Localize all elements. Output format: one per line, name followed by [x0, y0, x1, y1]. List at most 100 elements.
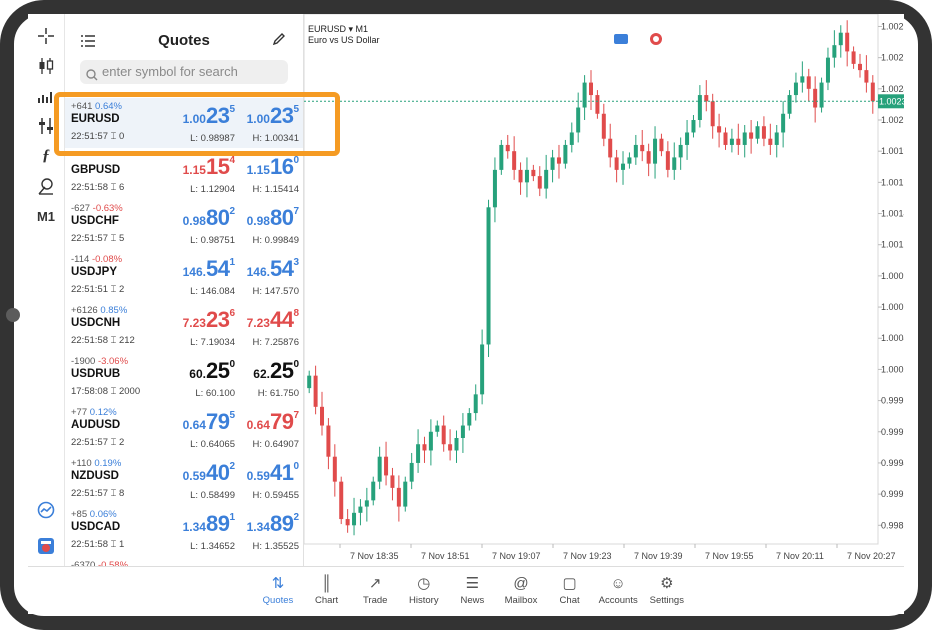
candle-body [659, 138, 664, 152]
ask-price-prefix: 0.98 [246, 214, 270, 228]
spread-value: 5 [118, 233, 125, 244]
edit-pencil-icon[interactable] [272, 32, 286, 51]
low-price: L: 60.100 [195, 388, 235, 399]
candle-body [736, 138, 741, 145]
quote-row-nzdusd[interactable]: +110 0.19% NZDUSD 22:51:57 ⌶ 8 0.59402 0.594… [65, 455, 303, 505]
tab-news[interactable]: ☰ News [448, 573, 496, 606]
high-price: H: 7.25876 [252, 337, 299, 348]
candle-body [352, 512, 357, 526]
ask-price-prefix: 1.15 [246, 163, 270, 177]
y-tick-label: 1.00095 [881, 271, 904, 281]
candle-body [332, 456, 337, 482]
tab-mailbox[interactable]: @ Mailbox [497, 573, 545, 606]
candle-body [608, 138, 613, 158]
quote-row-usdcad[interactable]: +85 0.06% USDCAD 22:51:58 ⌶ 1 1.34891 1.3489… [65, 506, 303, 556]
symbol-search-input[interactable]: enter symbol for search [80, 60, 288, 84]
y-tick-label: 1.00270 [881, 53, 904, 63]
bid-price[interactable]: 60.250 [169, 358, 235, 386]
candle-body [781, 113, 786, 133]
function-icon[interactable]: ƒ [36, 146, 56, 166]
ask-price-pip: 0 [293, 461, 299, 472]
spread-value: 2000 [118, 386, 141, 397]
bid-price[interactable]: 0.98802 [169, 205, 235, 233]
settings-sliders-icon[interactable] [36, 116, 56, 136]
chart-canvas[interactable]: 1.00295 1.00270 1.00245 1.00220 1.00195 1.001… [303, 14, 904, 566]
quote-row-usdrub[interactable]: -1900 -3.06% USDRUB 17:58:08 ⌶ 2000 60.250 6… [65, 353, 303, 403]
candle-body [377, 456, 382, 482]
candle-body [448, 444, 453, 451]
ask-price[interactable]: 1.15160 [241, 154, 299, 182]
bid-price-prefix: 0.98 [182, 214, 206, 228]
candle-body [467, 413, 472, 426]
bid-price[interactable]: 1.15154 [169, 154, 235, 182]
quote-row-partial[interactable]: -6370 -0.58% [65, 557, 303, 566]
bid-price[interactable]: 0.59402 [169, 460, 235, 488]
quote-meta: 22:51:58 ⌶ 212 [71, 335, 135, 346]
accounts-icon: ☺ [610, 575, 626, 592]
one-click-trading-icon[interactable] [36, 500, 56, 520]
spread-value: 6 [118, 182, 125, 193]
ask-price[interactable]: 0.59410 [241, 460, 299, 488]
quote-row-audusd[interactable]: +77 0.12% AUDUSD 22:51:57 ⌶ 2 0.64795 0.6479… [65, 404, 303, 454]
quote-row-usdchf[interactable]: -627 -0.63% USDCHF 22:51:57 ⌶ 5 0.98802 0.98… [65, 200, 303, 250]
objects-icon[interactable] [36, 176, 56, 196]
bid-price[interactable]: 7.23236 [169, 307, 235, 335]
tab-trade[interactable]: ↗ Trade [351, 573, 399, 606]
low-price: L: 1.34652 [190, 541, 235, 552]
tab-chat[interactable]: ▢ Chat [546, 573, 594, 606]
ask-price[interactable]: 1.34892 [241, 511, 299, 539]
ask-price[interactable]: 146.543 [241, 256, 299, 284]
trade-icon: ↗ [368, 575, 382, 592]
search-placeholder: enter symbol for search [102, 64, 238, 79]
ask-price[interactable]: 0.98807 [241, 205, 299, 233]
bid-price[interactable]: 146.541 [169, 256, 235, 284]
quote-row-usdjpy[interactable]: -114 -0.08% USDJPY 22:51:51 ⌶ 2 146.541 146.… [65, 251, 303, 301]
change-percent: -0.08% [91, 254, 123, 265]
candle-body [473, 394, 478, 414]
bid-price-prefix: 60. [189, 367, 206, 381]
broker-logo-icon[interactable] [36, 536, 56, 556]
candles-icon[interactable] [36, 56, 56, 76]
change-percent: 0.85% [100, 305, 128, 316]
x-tick-label: 7 Nov 20:27 [847, 551, 896, 561]
change-percent: 0.19% [94, 458, 122, 469]
ask-price[interactable]: 7.23448 [241, 307, 299, 335]
ask-price[interactable]: 0.64797 [241, 409, 299, 437]
change-line: +6126 0.85% [71, 305, 127, 316]
low-price: L: 146.084 [190, 286, 235, 297]
tab-settings[interactable]: ⚙ Settings [643, 573, 691, 606]
ask-price[interactable]: 62.250 [241, 358, 299, 386]
quote-row-gbpusd[interactable]: GBPUSD 22:51:58 ⌶ 6 1.15154 1.15160 L: 1.129… [65, 149, 303, 199]
quote-row-usdcnh[interactable]: +6126 0.85% USDCNH 22:51:58 ⌶ 212 7.23236 7.… [65, 302, 303, 352]
tab-history[interactable]: ◷ History [400, 573, 448, 606]
symbol-name: USDCAD [71, 521, 121, 533]
candle-body [339, 481, 344, 520]
tab-label: Accounts [598, 595, 638, 606]
candle-body [569, 132, 574, 145]
indicators-icon[interactable] [36, 86, 56, 106]
low-price: L: 1.12904 [190, 184, 235, 195]
crosshair-icon[interactable] [36, 26, 56, 46]
tab-chart[interactable]: ║ Chart [303, 573, 351, 606]
candle-body [390, 475, 395, 488]
tab-accounts[interactable]: ☺ Accounts [594, 573, 642, 606]
bid-price[interactable]: 0.64795 [169, 409, 235, 437]
spread-icon: ⌶ [107, 386, 119, 397]
change-percent: 0.06% [89, 509, 117, 520]
bid-price-prefix: 0.64 [182, 418, 206, 432]
candle-body [454, 438, 459, 451]
change-line: +77 0.12% [71, 407, 117, 418]
ask-price-prefix: 0.64 [246, 418, 270, 432]
tab-label: Settings [649, 595, 684, 606]
tab-label: Mailbox [504, 595, 538, 606]
tab-quotes[interactable]: ⇅ Quotes [254, 573, 302, 606]
candle-body [563, 144, 568, 164]
tab-label: Chart [314, 595, 339, 606]
candle-body [313, 375, 318, 407]
spread-value: 212 [118, 335, 135, 346]
bid-price[interactable]: 1.34891 [169, 511, 235, 539]
timeframe-button[interactable]: M1 [36, 206, 56, 226]
x-tick-label: 7 Nov 18:51 [421, 551, 470, 561]
price-chart[interactable]: 1.00295 1.00270 1.00245 1.00220 1.00195 1.001… [303, 14, 904, 566]
high-price: H: 0.59455 [252, 490, 299, 501]
